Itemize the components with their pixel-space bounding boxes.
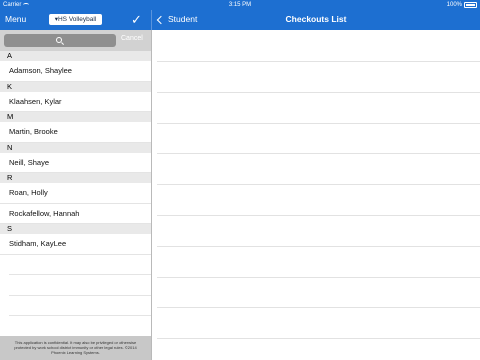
checkout-row-divider: [157, 245, 480, 247]
checkmark-icon[interactable]: ✓: [131, 11, 142, 28]
empty-row: [9, 275, 151, 296]
checkout-row-divider: [157, 276, 480, 278]
app-screen: Carrier 3:15 PM 100% Menu ▾HS Volleyball…: [0, 0, 480, 360]
checkout-row-divider: [157, 338, 480, 340]
search-icon: [56, 37, 62, 43]
student-row[interactable]: Klaahsen, Kylar: [0, 92, 151, 112]
footer-line: Phoenix Learning Systems.: [51, 350, 100, 355]
section-header: K: [0, 81, 151, 92]
checkout-row-divider: [157, 91, 480, 93]
checkout-row-divider: [157, 61, 480, 62]
battery-icon: [464, 2, 477, 8]
checkouts-list-panel: [152, 30, 480, 360]
section-header: R: [0, 173, 151, 183]
page-title: Checkouts List: [285, 14, 347, 24]
student-row[interactable]: Adamson, Shaylee: [0, 61, 151, 82]
section-header: N: [0, 142, 151, 153]
status-bar: Carrier 3:15 PM 100%: [0, 0, 480, 10]
checkout-row-divider: [157, 122, 480, 124]
battery-percent: 100%: [446, 2, 462, 8]
student-row[interactable]: Martin, Brooke: [0, 122, 151, 143]
section-header: M: [0, 112, 151, 122]
section-header: A: [0, 51, 151, 61]
checkout-row-divider: [157, 307, 480, 309]
menu-button[interactable]: Menu: [5, 14, 26, 24]
search-input[interactable]: [4, 34, 116, 47]
search-bar: Cancel: [0, 30, 151, 51]
checkout-row-divider: [157, 184, 480, 186]
team-selector[interactable]: ▾HS Volleyball: [49, 14, 102, 25]
status-time: 3:15 PM: [228, 2, 252, 8]
student-list-panel: Cancel A Adamson, Shaylee K Klaahsen, Kylar…: [0, 30, 151, 360]
navigation-bar: Menu ▾HS Volleyball ✓ Student Checkouts …: [0, 10, 480, 30]
checkout-row-divider: [157, 215, 480, 216]
empty-row: [9, 296, 151, 316]
cancel-button[interactable]: Cancel: [121, 35, 143, 42]
confidentiality-footer: This application is confidential. It may…: [0, 336, 151, 360]
section-header: S: [0, 224, 151, 234]
student-row[interactable]: Roan, Holly: [0, 183, 151, 204]
student-list: A Adamson, Shaylee K Klaahsen, Kylar M Martin…: [0, 51, 151, 316]
battery-indicator: 100%: [447, 0, 477, 10]
empty-row: [9, 255, 151, 275]
checkout-row-divider: [157, 153, 480, 155]
student-row[interactable]: Neill, Shaye: [0, 153, 151, 173]
student-row[interactable]: Rockafellow, Hannah: [0, 204, 151, 224]
student-row[interactable]: Stidham, KayLee: [0, 234, 151, 255]
